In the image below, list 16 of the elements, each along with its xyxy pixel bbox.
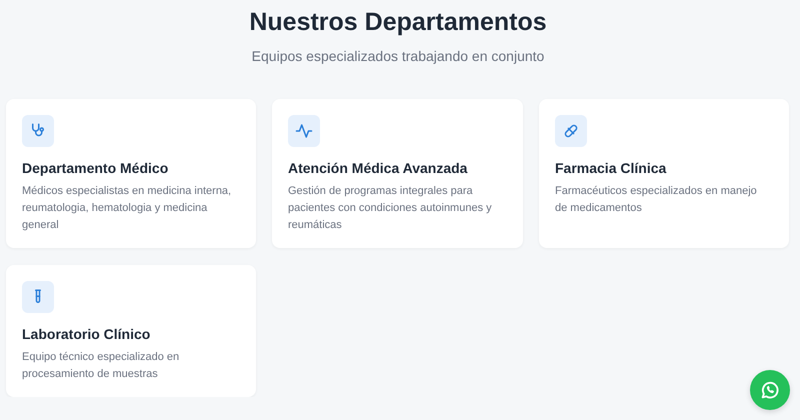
section-subtitle: Equipos especializados trabajando en conjunto (250, 47, 546, 66)
stethoscope-icon (22, 115, 54, 147)
card-title: Laboratorio Clínico (22, 325, 152, 343)
card-title: Farmacia Clínica (555, 159, 668, 177)
chat-bubble-icon (759, 379, 781, 401)
card-description: Gestión de programas integrales para pacientes con condiciones autoinmunes y reumáticas (288, 184, 493, 233)
card-description: Médicos especialistas en medicina interna, reumatologia, hematologia y medicina general (22, 184, 232, 233)
pulse-icon (288, 115, 320, 147)
test-tube-icon (22, 281, 54, 313)
card-description: Equipo técnico especializado en procesamiento de muestras (22, 350, 180, 382)
card-description: Farmacéuticos especializados en manejo de medicamentos (555, 184, 758, 216)
card-title: Departamento Médico (22, 159, 170, 177)
chat-button[interactable] (750, 370, 790, 410)
pill-icon (555, 115, 587, 147)
card-title: Atención Médica Avanzada (288, 159, 468, 177)
section-title: Nuestros Departamentos (248, 7, 548, 37)
